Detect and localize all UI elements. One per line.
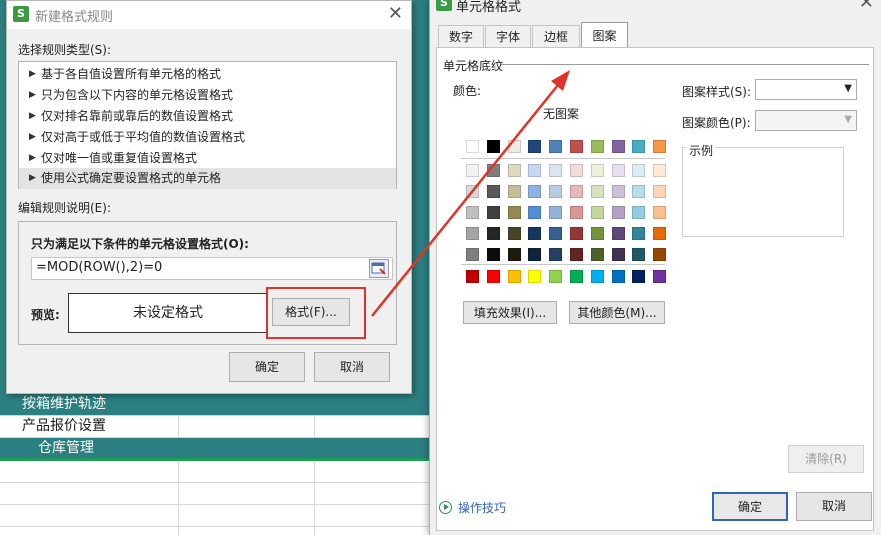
annotation-arrow [371,70,570,317]
